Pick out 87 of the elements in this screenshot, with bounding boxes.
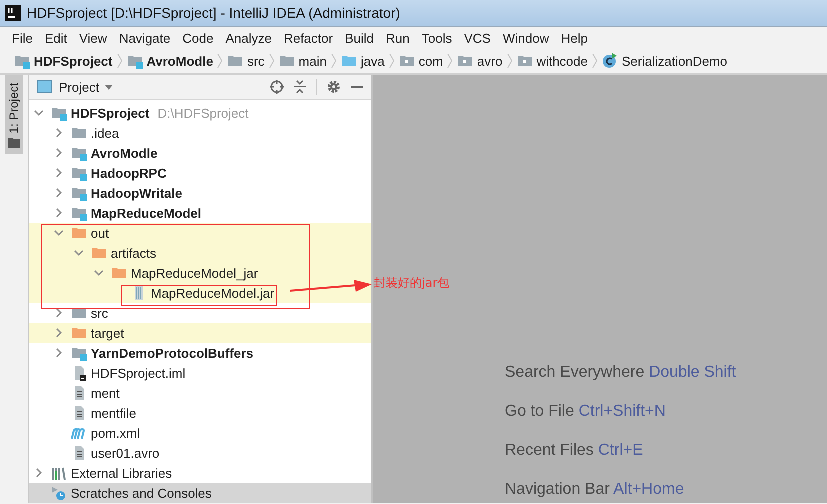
menu-item[interactable]: Help xyxy=(555,30,594,46)
project-view-icon xyxy=(37,79,53,95)
folder-icon xyxy=(111,265,127,281)
chevron-separator-icon xyxy=(217,53,224,69)
menu-item[interactable]: Edit xyxy=(38,30,74,46)
folder-icon xyxy=(71,225,87,241)
folder-icon xyxy=(71,325,87,341)
project-tool-tab[interactable]: 1: Project xyxy=(5,75,23,154)
package-folder-icon xyxy=(516,53,533,69)
chevron-separator-icon xyxy=(330,53,337,69)
tree-item[interactable]: HadoopRPC xyxy=(29,163,371,183)
shortcut-hint: Recent Files Ctrl+E xyxy=(505,441,644,461)
collapse-all-icon[interactable] xyxy=(294,80,306,94)
tree-item[interactable]: user01.avro xyxy=(29,443,371,463)
breadcrumb-item[interactable]: SerializationDemo xyxy=(602,53,728,69)
tree-item[interactable]: src xyxy=(29,303,371,323)
class-icon xyxy=(602,53,618,69)
folder-icon xyxy=(71,125,87,141)
folder-icon xyxy=(91,245,107,261)
module-folder-icon xyxy=(14,53,30,69)
scratches-icon xyxy=(51,485,67,501)
menu-item[interactable]: VCS xyxy=(458,30,497,46)
folder-icon xyxy=(340,53,357,69)
breadcrumb-item[interactable]: main xyxy=(278,53,327,69)
chevron-separator-icon xyxy=(447,53,454,69)
app-logo-icon xyxy=(5,5,21,21)
menu-item[interactable]: View xyxy=(73,30,114,46)
annotation-text: 封装好的jar包 xyxy=(374,275,450,292)
breadcrumb-item[interactable]: AvroModle xyxy=(126,53,214,69)
tree-item[interactable]: AvroModle xyxy=(29,143,371,163)
project-view-dropdown[interactable]: Project xyxy=(37,79,114,95)
shortcut-hint: Search Everywhere Double Shift xyxy=(505,363,738,383)
shortcut-hint: Navigation Bar Alt+Home xyxy=(505,480,686,500)
tree-item[interactable]: MapReduceModel_jar xyxy=(29,263,371,283)
shortcut-hint: Go to File Ctrl+Shift+N xyxy=(505,402,667,422)
menu-item[interactable]: Tools xyxy=(416,30,458,46)
tree-item[interactable]: HadoopWritale xyxy=(29,183,371,203)
module-folder-icon xyxy=(51,105,67,121)
tree-item[interactable]: HDFSproject D:\HDFSproject xyxy=(29,103,371,123)
chevron-separator-icon xyxy=(116,53,123,69)
tree-item[interactable]: mentfile xyxy=(29,403,371,423)
module-folder-icon xyxy=(126,53,143,69)
chevron-separator-icon xyxy=(592,53,598,69)
module-folder-icon xyxy=(71,185,87,201)
tree-item[interactable]: ment xyxy=(29,383,371,403)
module-folder-icon xyxy=(71,145,87,161)
tree-item[interactable]: .idea xyxy=(29,123,371,143)
breadcrumb-item[interactable]: HDFSproject xyxy=(14,53,113,69)
menu-item[interactable]: Analyze xyxy=(220,30,278,46)
menu-item[interactable]: Window xyxy=(496,30,556,46)
folder-icon xyxy=(227,53,244,69)
tree-item[interactable]: pom.xml xyxy=(29,423,371,443)
tree-item[interactable]: MapReduceModel.jar xyxy=(29,283,371,303)
menu-item[interactable]: File xyxy=(6,30,39,46)
tree-item[interactable]: artifacts xyxy=(29,243,371,263)
breadcrumb-item[interactable]: src xyxy=(227,53,265,69)
breadcrumb-item[interactable]: withcode xyxy=(516,53,588,69)
tree-item[interactable]: YarnDemoProtocolBuffers xyxy=(29,343,371,363)
menu-item[interactable]: Refactor xyxy=(278,30,340,46)
module-folder-icon xyxy=(71,345,87,361)
package-folder-icon xyxy=(457,53,474,69)
menu-item[interactable]: Build xyxy=(339,30,380,46)
menu-item[interactable]: Code xyxy=(176,30,220,46)
crosshair-icon[interactable] xyxy=(270,80,284,94)
tree-item[interactable]: target xyxy=(29,323,371,343)
menu-item[interactable]: Navigate xyxy=(113,30,177,46)
folder-icon xyxy=(278,53,295,69)
settings-icon[interactable] xyxy=(327,80,341,94)
module-folder-icon xyxy=(71,205,87,221)
tree-item[interactable]: External Libraries xyxy=(29,463,371,483)
chevron-separator-icon xyxy=(388,53,395,69)
window-title: HDFSproject [D:\HDFSproject] - IntelliJ IDEA (Administrator) xyxy=(27,5,400,21)
tree-item[interactable]: out xyxy=(29,223,371,243)
tree-item[interactable]: HDFSproject.iml xyxy=(29,363,371,383)
menu-item[interactable]: Run xyxy=(380,30,416,46)
module-folder-icon xyxy=(71,165,87,181)
folder-icon xyxy=(8,138,20,148)
breadcrumb-item[interactable]: com xyxy=(398,53,444,69)
chevron-separator-icon xyxy=(268,53,275,69)
tree-item[interactable]: MapReduceModel xyxy=(29,203,371,223)
chevron-separator-icon xyxy=(506,53,513,69)
caret-icon xyxy=(105,84,114,90)
breadcrumb-item[interactable]: avro xyxy=(457,53,503,69)
breadcrumb-item[interactable]: java xyxy=(340,53,385,69)
tree-item[interactable]: Scratches and Consoles xyxy=(29,483,371,503)
package-folder-icon xyxy=(398,53,415,69)
libraries-icon xyxy=(51,465,67,481)
